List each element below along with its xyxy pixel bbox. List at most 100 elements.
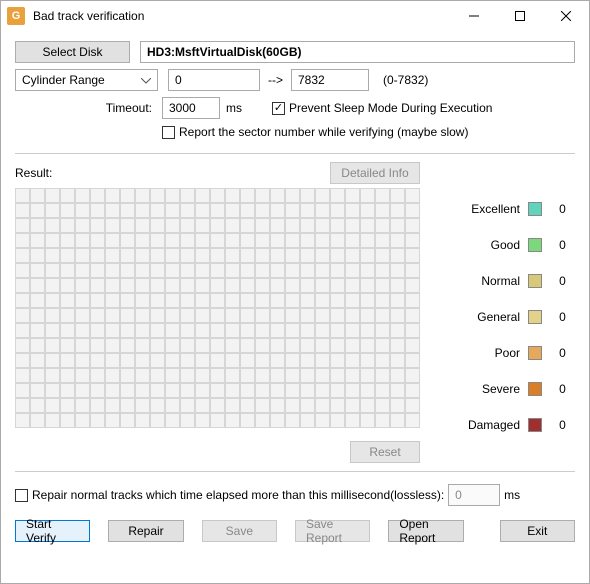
sector-cell xyxy=(300,383,315,398)
sector-cell xyxy=(120,233,135,248)
report-sector-checkbox[interactable] xyxy=(162,126,175,139)
save-report-button[interactable]: Save Report xyxy=(295,520,370,542)
sector-cell xyxy=(270,188,285,203)
sector-cell xyxy=(255,398,270,413)
sector-cell xyxy=(360,323,375,338)
sector-cell xyxy=(135,398,150,413)
exit-button[interactable]: Exit xyxy=(500,520,575,542)
sector-cell xyxy=(240,383,255,398)
open-report-button[interactable]: Open Report xyxy=(388,520,463,542)
sector-cell xyxy=(150,323,165,338)
sector-cell xyxy=(150,368,165,383)
maximize-button[interactable] xyxy=(497,1,543,31)
sector-cell xyxy=(210,413,225,428)
sector-cell xyxy=(240,233,255,248)
repair-button[interactable]: Repair xyxy=(108,520,183,542)
sector-cell xyxy=(135,233,150,248)
sector-cell xyxy=(360,338,375,353)
cylinder-range-combo[interactable]: Cylinder Range xyxy=(15,69,158,91)
repair-ms-input[interactable] xyxy=(448,484,500,506)
reset-button[interactable]: Reset xyxy=(350,441,420,463)
sector-cell xyxy=(120,383,135,398)
sector-cell xyxy=(375,188,390,203)
sector-cell xyxy=(120,263,135,278)
sector-cell xyxy=(90,248,105,263)
sector-cell xyxy=(240,323,255,338)
sector-cell xyxy=(345,248,360,263)
sector-cell xyxy=(345,203,360,218)
sector-cell xyxy=(120,368,135,383)
sector-cell xyxy=(75,188,90,203)
sector-cell xyxy=(270,278,285,293)
sector-cell xyxy=(330,203,345,218)
sector-cell xyxy=(210,338,225,353)
sector-cell xyxy=(375,308,390,323)
sector-cell xyxy=(360,278,375,293)
sector-cell xyxy=(195,308,210,323)
sector-cell xyxy=(60,353,75,368)
sector-cell xyxy=(15,323,30,338)
save-button[interactable]: Save xyxy=(202,520,277,542)
sector-cell xyxy=(390,353,405,368)
prevent-sleep-checkbox[interactable] xyxy=(272,102,285,115)
sector-cell xyxy=(30,248,45,263)
sector-cell xyxy=(90,203,105,218)
select-disk-button[interactable]: Select Disk xyxy=(15,41,130,63)
sector-cell xyxy=(45,278,60,293)
minimize-button[interactable] xyxy=(451,1,497,31)
sector-cell xyxy=(60,278,75,293)
sector-cell xyxy=(90,338,105,353)
sector-cell xyxy=(180,203,195,218)
close-button[interactable] xyxy=(543,1,589,31)
sector-cell xyxy=(240,263,255,278)
legend-row: Damaged0 xyxy=(445,418,575,432)
sector-cell xyxy=(225,353,240,368)
sector-cell xyxy=(30,218,45,233)
sector-cell xyxy=(225,278,240,293)
sector-cell xyxy=(225,293,240,308)
legend-row: General0 xyxy=(445,310,575,324)
sector-cell xyxy=(150,308,165,323)
sector-cell xyxy=(120,203,135,218)
sector-cell xyxy=(255,383,270,398)
sector-cell xyxy=(150,263,165,278)
sector-cell xyxy=(285,353,300,368)
sector-cell xyxy=(405,338,420,353)
start-verify-button[interactable]: Start Verify xyxy=(15,520,90,542)
sector-cell xyxy=(405,218,420,233)
cylinder-from-input[interactable] xyxy=(168,69,260,91)
sector-cell xyxy=(345,413,360,428)
sector-cell xyxy=(240,188,255,203)
sector-cell xyxy=(60,338,75,353)
sector-cell xyxy=(45,263,60,278)
legend-count: 0 xyxy=(550,274,575,288)
sector-cell xyxy=(105,203,120,218)
sector-cell xyxy=(390,263,405,278)
sector-cell xyxy=(15,398,30,413)
sector-cell xyxy=(360,368,375,383)
repair-tracks-checkbox[interactable] xyxy=(15,489,28,502)
timeout-input[interactable] xyxy=(162,97,220,119)
sector-cell xyxy=(195,323,210,338)
sector-cell xyxy=(225,413,240,428)
sector-cell xyxy=(285,413,300,428)
sector-cell xyxy=(285,248,300,263)
sector-cell xyxy=(165,368,180,383)
sector-cell xyxy=(120,398,135,413)
sector-cell xyxy=(210,398,225,413)
cylinder-to-input[interactable] xyxy=(291,69,369,91)
sector-cell xyxy=(165,248,180,263)
sector-cell xyxy=(15,368,30,383)
sector-cell xyxy=(375,248,390,263)
sector-cell xyxy=(90,353,105,368)
sector-cell xyxy=(150,353,165,368)
close-icon xyxy=(561,11,571,21)
detailed-info-button[interactable]: Detailed Info xyxy=(330,162,420,184)
sector-cell xyxy=(285,293,300,308)
sector-cell xyxy=(270,413,285,428)
sector-cell xyxy=(375,263,390,278)
sector-cell xyxy=(150,248,165,263)
sector-cell xyxy=(120,218,135,233)
sector-cell xyxy=(345,188,360,203)
sector-cell xyxy=(135,218,150,233)
